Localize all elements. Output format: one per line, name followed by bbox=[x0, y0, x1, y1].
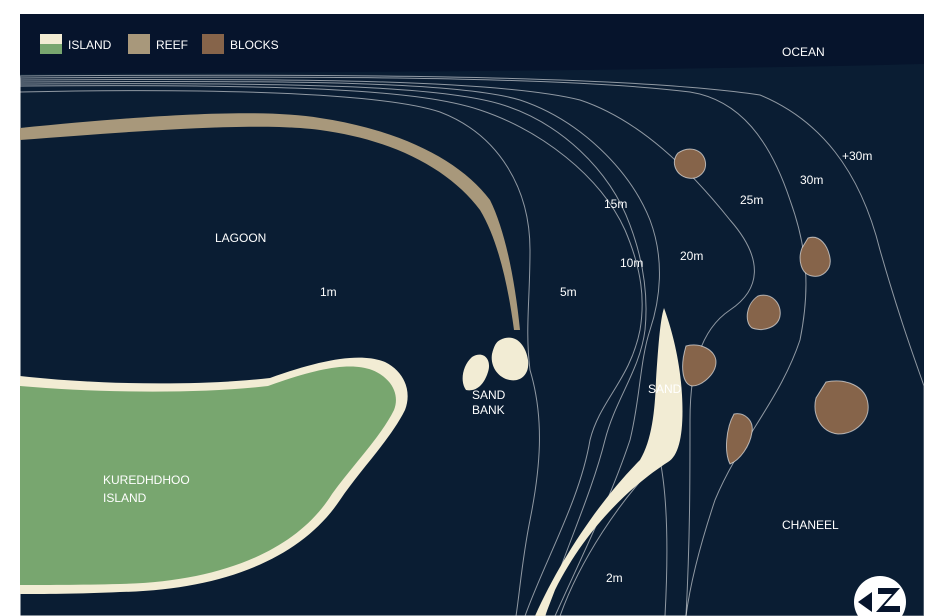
label-20m: 20m bbox=[680, 249, 703, 263]
legend-island-label: ISLAND bbox=[68, 38, 112, 52]
block-1 bbox=[673, 148, 707, 179]
label-ocean: OCEAN bbox=[782, 45, 825, 59]
label-sand-bank-2: BANK bbox=[472, 403, 505, 417]
label-30m-plus: +30m bbox=[842, 149, 872, 163]
label-10m: 10m bbox=[620, 256, 643, 270]
legend-island-swatch bbox=[40, 34, 62, 44]
legend-blocks-label: BLOCKS bbox=[230, 38, 279, 52]
label-25m: 25m bbox=[740, 193, 763, 207]
label-15m: 15m bbox=[604, 197, 627, 211]
legend-island-swatch-green bbox=[40, 44, 62, 54]
label-sand: SAND bbox=[648, 382, 682, 396]
label-island-1: KUREDHDHOO bbox=[103, 473, 190, 487]
label-island-2: ISLAND bbox=[103, 491, 147, 505]
legend-reef-swatch bbox=[128, 34, 150, 54]
label-2m: 2m bbox=[606, 571, 623, 585]
legend-reef-label: REEF bbox=[156, 38, 188, 52]
label-channel: CHANEEL bbox=[782, 518, 839, 532]
label-sand-bank-1: SAND bbox=[472, 388, 506, 402]
label-5m: 5m bbox=[560, 285, 577, 299]
label-1m: 1m bbox=[320, 285, 337, 299]
label-30m: 30m bbox=[800, 173, 823, 187]
dive-site-map: ISLAND REEF BLOCKS OCEAN LAGOON 1m 5m 10… bbox=[19, 14, 925, 616]
legend-blocks-swatch bbox=[202, 34, 224, 54]
label-lagoon: LAGOON bbox=[215, 231, 266, 245]
